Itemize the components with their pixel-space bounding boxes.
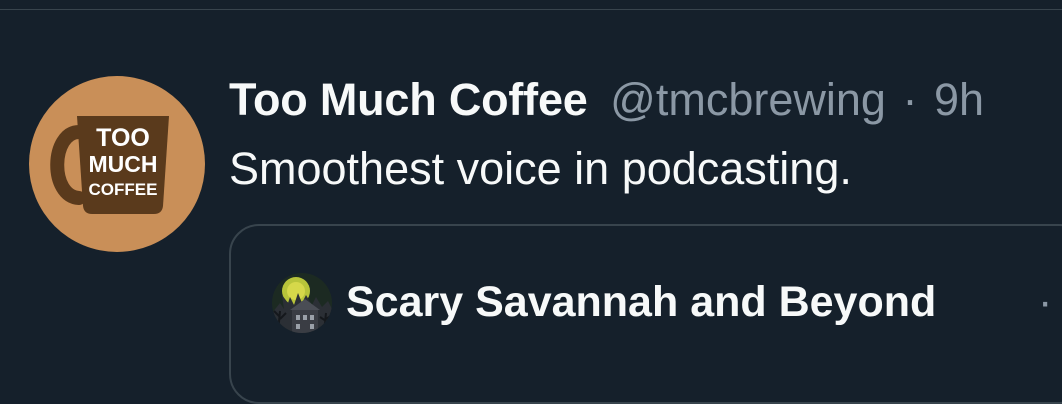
author-avatar[interactable]: TOO MUCH COFFEE bbox=[29, 76, 205, 252]
author-handle[interactable]: @tmcbrewing bbox=[610, 74, 886, 125]
logo-text-line: MUCH bbox=[89, 151, 158, 177]
quoted-text-clipped bbox=[280, 354, 980, 366]
tweet-timestamp[interactable]: 9h bbox=[934, 74, 984, 125]
tweet-text: Smoothest voice in podcasting. bbox=[229, 143, 852, 194]
separator-dot: · bbox=[902, 74, 918, 125]
tweet-header: Too Much Coffee @tmcbrewing · 9h bbox=[229, 68, 984, 132]
haunted-house-icon bbox=[272, 273, 332, 333]
logo-text-line: COFFEE bbox=[89, 180, 158, 199]
quoted-tweet-card[interactable]: Scary Savannah and Beyond · bbox=[229, 224, 1062, 404]
tweet[interactable]: TOO MUCH COFFEE Too Much Coffee @tmcbrew… bbox=[0, 10, 1062, 404]
quoted-author-avatar[interactable] bbox=[272, 273, 332, 333]
quoted-separator-dot: · bbox=[1038, 278, 1053, 326]
quoted-author-name[interactable]: Scary Savannah and Beyond bbox=[346, 272, 936, 332]
author-name[interactable]: Too Much Coffee bbox=[229, 74, 588, 125]
logo-text-line: TOO bbox=[96, 124, 150, 152]
coffee-mug-logo-icon: TOO MUCH COFFEE bbox=[50, 116, 169, 214]
